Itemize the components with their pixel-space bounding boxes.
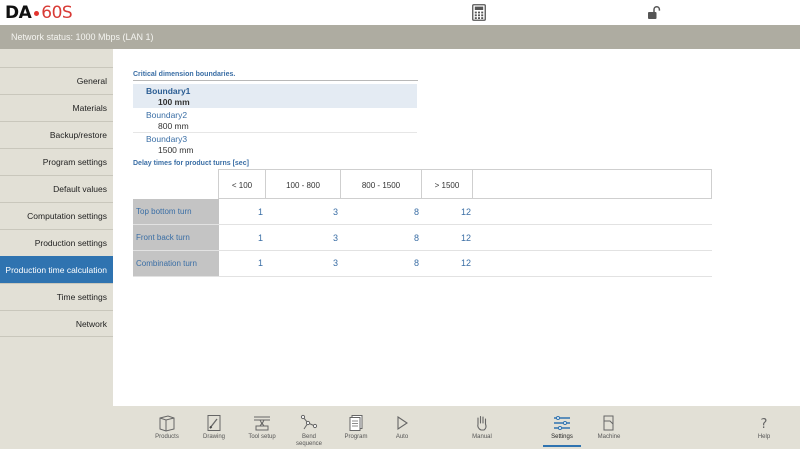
bend-sequence-icon	[300, 414, 318, 430]
column-separator	[472, 170, 473, 199]
program-icon	[349, 415, 363, 431]
boundary-name: Boundary2	[146, 110, 188, 120]
boundary-value: 100 mm	[158, 97, 190, 107]
settings-icon	[554, 416, 570, 430]
delay-cell[interactable]: 12	[441, 258, 471, 268]
tab-label: Products	[155, 434, 179, 440]
tab-label: Bend sequence	[295, 434, 323, 447]
tab-machine[interactable]: Machine	[594, 406, 624, 449]
delay-cell[interactable]: 1	[233, 233, 263, 243]
sidebar-item-production-time-calculation[interactable]: Production time calculation	[0, 256, 113, 283]
sidebar-item-network[interactable]: Network	[0, 310, 113, 337]
delay-cell[interactable]: 12	[441, 207, 471, 217]
sidebar-item-program-settings[interactable]: Program settings	[0, 148, 113, 174]
settings-sidebar: General Materials Backup/restore Program…	[0, 49, 113, 406]
svg-text:?: ?	[761, 417, 768, 432]
row-divider	[133, 250, 712, 251]
column-header: < 100	[231, 181, 253, 190]
tab-label: Machine	[597, 434, 621, 440]
boundary-value: 1500 mm	[158, 145, 194, 155]
tab-label: Program	[344, 434, 368, 440]
network-status-bar: Network status: 1000 Mbps (LAN 1)	[0, 25, 800, 49]
logo-model: 60S	[41, 2, 73, 23]
row-label-combination-turn: Combination turn	[133, 251, 219, 276]
tab-label: Tool setup	[248, 434, 276, 440]
delays-title: Delay times for product turns [sec]	[133, 160, 249, 167]
tab-help[interactable]: ? Help	[752, 406, 776, 449]
calculator-icon[interactable]	[472, 4, 488, 21]
tool-setup-icon	[254, 416, 270, 431]
sidebar-item-time-settings[interactable]: Time settings	[0, 283, 113, 309]
boundaries-title: Critical dimension boundaries.	[133, 71, 236, 78]
auto-play-icon	[397, 415, 408, 431]
delay-cell[interactable]: 8	[389, 258, 419, 268]
sidebar-item-production-settings[interactable]: Production settings	[0, 229, 113, 255]
network-status-text: Network status: 1000 Mbps (LAN 1)	[11, 32, 154, 42]
logo-brand: DA	[5, 2, 32, 23]
delay-cell[interactable]: 1	[233, 258, 263, 268]
tab-manual[interactable]: Manual	[467, 406, 497, 449]
row-label-front-back-turn: Front back turn	[133, 225, 219, 250]
sidebar-item-general[interactable]: General	[0, 67, 113, 93]
row-divider	[133, 224, 712, 225]
tab-label: Manual	[472, 434, 492, 440]
delay-cell[interactable]: 3	[308, 233, 338, 243]
row-divider	[133, 276, 712, 277]
boundary-name: Boundary3	[146, 134, 188, 144]
tab-label: Drawing	[202, 434, 225, 440]
tab-label: Help	[757, 434, 771, 440]
top-bar: DA 60S	[0, 0, 800, 25]
sidebar-item-backup-restore[interactable]: Backup/restore	[0, 121, 113, 147]
boundary-row-3[interactable]: Boundary3 1500 mm	[133, 132, 417, 156]
boundary-name: Boundary1	[146, 86, 191, 96]
tab-drawing[interactable]: Drawing	[198, 406, 230, 449]
delay-cell[interactable]: 8	[389, 233, 419, 243]
tab-products[interactable]: Products	[150, 406, 184, 449]
bottom-toolbar: Products Drawing Tool setup Bend sequenc…	[0, 406, 800, 449]
logo-dot	[34, 11, 40, 16]
sidebar-item-computation-settings[interactable]: Computation settings	[0, 202, 113, 228]
tab-program[interactable]: Program	[339, 406, 373, 449]
tab-label: Auto	[395, 434, 409, 440]
column-header: 100 - 800	[286, 181, 320, 190]
delay-cell[interactable]: 3	[308, 258, 338, 268]
tab-tool-setup[interactable]: Tool setup	[245, 406, 279, 449]
drawing-icon	[207, 415, 221, 431]
unlock-icon[interactable]	[647, 6, 663, 23]
products-icon	[159, 415, 175, 432]
column-header: 800 - 1500	[361, 181, 401, 190]
delay-cell[interactable]: 1	[233, 207, 263, 217]
sidebar-item-default-values[interactable]: Default values	[0, 175, 113, 201]
delay-cell[interactable]: 12	[441, 233, 471, 243]
tab-bend-sequence[interactable]: Bend sequence	[292, 406, 326, 449]
boundary-row-1[interactable]: Boundary1 100 mm	[133, 84, 417, 108]
tab-auto[interactable]: Auto	[390, 406, 414, 449]
row-label-top-bottom-turn: Top bottom turn	[133, 199, 219, 224]
tab-label: Settings	[551, 434, 573, 440]
help-icon: ?	[761, 417, 768, 432]
manual-hand-icon	[477, 415, 487, 431]
main-panel: Critical dimension boundaries. Boundary1…	[113, 49, 800, 406]
delay-cell[interactable]: 3	[308, 207, 338, 217]
machine-icon	[603, 415, 614, 431]
boundaries-divider	[133, 80, 418, 81]
column-header: > 1500	[434, 181, 460, 190]
tab-settings[interactable]: Settings	[543, 406, 581, 449]
delay-cell[interactable]: 8	[389, 207, 419, 217]
boundary-value: 800 mm	[158, 121, 189, 131]
sidebar-item-materials[interactable]: Materials	[0, 94, 113, 120]
active-tab-indicator	[543, 445, 581, 447]
logo: DA 60S	[5, 2, 73, 23]
boundary-row-2[interactable]: Boundary2 800 mm	[133, 108, 417, 132]
